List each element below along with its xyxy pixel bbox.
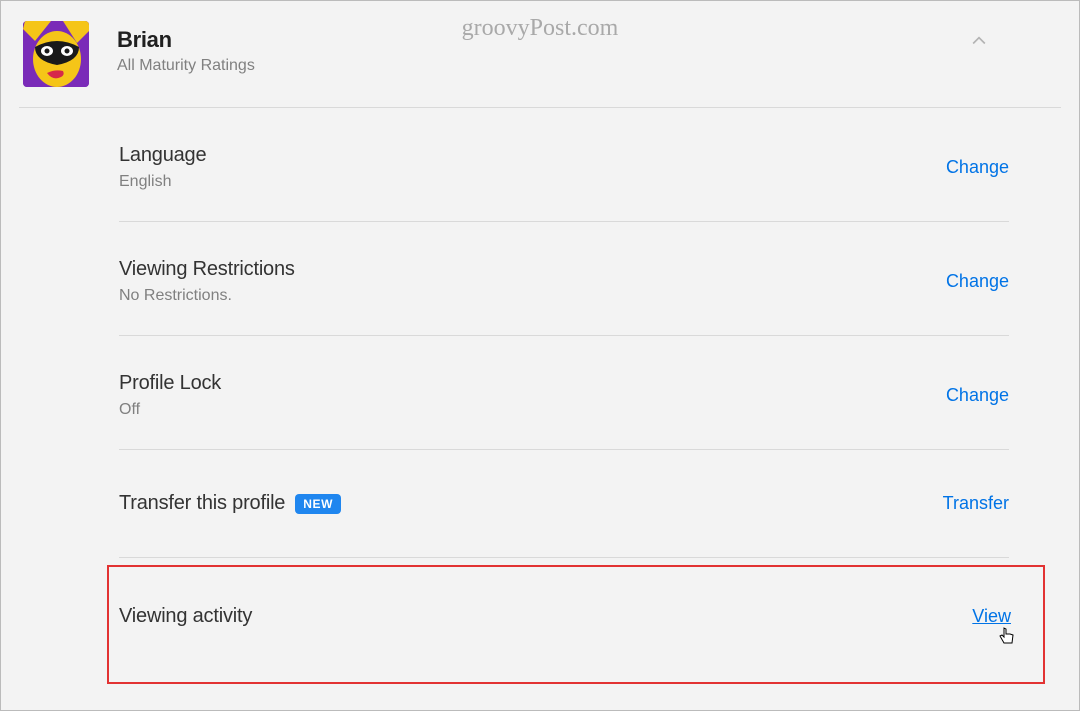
profile-header: Brian All Maturity Ratings	[1, 1, 1079, 107]
cursor-icon	[999, 627, 1015, 650]
change-language-button[interactable]: Change	[946, 157, 1009, 178]
language-title: Language	[119, 144, 206, 167]
viewing-activity-highlight: Viewing activity View	[107, 565, 1045, 684]
profile-lock-row: Profile Lock Off Change	[119, 336, 1009, 450]
transfer-title-text: Transfer this profile	[119, 492, 285, 515]
profile-lock-value: Off	[119, 401, 221, 419]
change-restrictions-button[interactable]: Change	[946, 271, 1009, 292]
avatar[interactable]	[23, 21, 89, 87]
view-activity-button[interactable]: View	[972, 606, 1011, 627]
transfer-profile-row: Transfer this profile NEW Transfer	[119, 450, 1009, 558]
language-value: English	[119, 173, 206, 191]
profile-lock-title: Profile Lock	[119, 372, 221, 395]
viewing-restrictions-row: Viewing Restrictions No Restrictions. Ch…	[119, 222, 1009, 336]
profile-name: Brian	[117, 27, 255, 53]
chevron-up-icon[interactable]	[969, 31, 989, 56]
viewing-activity-title: Viewing activity	[119, 605, 252, 628]
transfer-profile-title: Transfer this profile NEW	[119, 492, 341, 515]
language-row: Language English Change	[119, 108, 1009, 222]
change-profile-lock-button[interactable]: Change	[946, 385, 1009, 406]
profile-maturity: All Maturity Ratings	[117, 57, 255, 75]
viewing-restrictions-value: No Restrictions.	[119, 287, 295, 305]
transfer-button[interactable]: Transfer	[943, 493, 1009, 514]
viewing-restrictions-title: Viewing Restrictions	[119, 258, 295, 281]
new-badge: NEW	[295, 494, 341, 514]
